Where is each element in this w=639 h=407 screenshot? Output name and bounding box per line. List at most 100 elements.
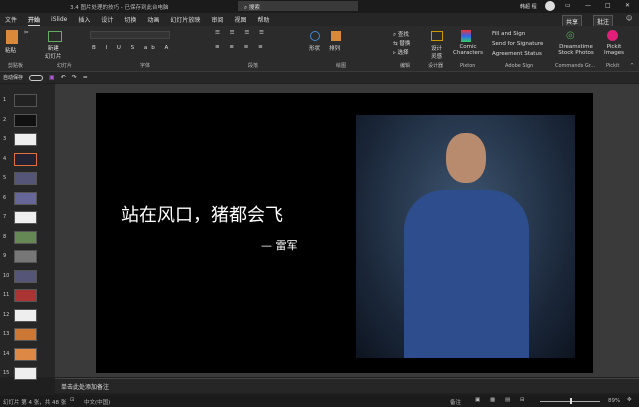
designer-button[interactable]: 设计 灵感 bbox=[431, 44, 442, 60]
quick-access-toolbar: 自动保存 ▣ ↶ ↷ = bbox=[0, 72, 639, 83]
slideshow-icon[interactable]: ⊟ bbox=[520, 397, 525, 403]
tab-design[interactable]: 设计 bbox=[101, 14, 113, 25]
slide-sorter-icon[interactable]: ▦ bbox=[490, 397, 495, 403]
shape-icon[interactable] bbox=[310, 31, 320, 41]
slide-thumbnail[interactable] bbox=[14, 289, 37, 302]
paste-button[interactable]: 粘贴 bbox=[5, 46, 16, 54]
ribbon-display-icon[interactable]: ▭ bbox=[565, 2, 571, 9]
normal-view-icon[interactable]: ▣ bbox=[475, 397, 480, 403]
slide-thumbnails-panel: 1 2 3 4 5 6 7 8 9 10 11 12 13 14 15 bbox=[0, 84, 55, 380]
comic-characters-button[interactable]: Comic Characters bbox=[453, 44, 483, 56]
tab-islide[interactable]: iSlide bbox=[51, 15, 67, 24]
tab-view[interactable]: 视图 bbox=[234, 14, 246, 25]
collapse-ribbon-icon[interactable]: ^ bbox=[630, 63, 634, 69]
select-button[interactable]: ▹ 选择 bbox=[393, 48, 409, 56]
slide-thumbnail[interactable] bbox=[14, 328, 37, 341]
slide-thumbnail[interactable] bbox=[14, 172, 37, 185]
tab-review[interactable]: 审阅 bbox=[211, 14, 223, 25]
group-label-adobe-sign: Adobe Sign bbox=[505, 63, 534, 69]
ribbon-tabs: 文件 开始 iSlide 插入 设计 切换 动画 幻灯片放映 审阅 视图 帮助 … bbox=[0, 13, 639, 28]
group-label-designer: 设计器 bbox=[428, 63, 444, 69]
notes-pane[interactable]: 单击此处添加备注 bbox=[55, 378, 639, 393]
comic-icon[interactable] bbox=[461, 30, 471, 42]
customize-icon[interactable]: = bbox=[83, 74, 88, 81]
new-slide-button[interactable]: 新建 幻灯片 bbox=[45, 44, 62, 60]
group-label-font: 字体 bbox=[140, 63, 151, 69]
zoom-slider-thumb[interactable] bbox=[570, 398, 572, 404]
tab-home[interactable]: 开始 bbox=[28, 14, 41, 26]
feedback-icon[interactable]: ☺ bbox=[626, 15, 632, 22]
tab-animations[interactable]: 动画 bbox=[147, 14, 159, 25]
group-label-editing: 编辑 bbox=[400, 63, 411, 69]
maximize-icon[interactable]: □ bbox=[605, 2, 611, 9]
slide-canvas[interactable]: 站在风口，猪都会飞 — 雷军 bbox=[96, 93, 593, 373]
tab-help[interactable]: 帮助 bbox=[257, 14, 269, 25]
slide-thumbnail[interactable] bbox=[14, 191, 37, 205]
notes-button[interactable]: 备注 bbox=[450, 398, 461, 406]
thumbnail-number: 1 bbox=[3, 97, 7, 103]
tab-file[interactable]: 文件 bbox=[5, 14, 17, 25]
slide-thumbnail[interactable] bbox=[14, 347, 37, 361]
font-format-buttons[interactable]: B I U S ab A bbox=[92, 45, 172, 51]
paragraph-buttons[interactable]: ☰ ☰ ☰ ☰ bbox=[215, 30, 268, 36]
new-slide-icon[interactable] bbox=[48, 31, 62, 42]
slide-thumbnail[interactable] bbox=[14, 133, 37, 146]
slide-thumbnail[interactable] bbox=[14, 94, 37, 107]
accessibility-icon[interactable]: ⊡ bbox=[70, 397, 75, 403]
slide-counter: 幻灯片 第 4 张，共 48 张 bbox=[3, 400, 67, 406]
slide-thumbnail[interactable] bbox=[14, 230, 37, 244]
thumbnail-number: 3 bbox=[3, 136, 7, 142]
paste-icon[interactable] bbox=[6, 30, 18, 44]
thumbnail-number: 12 bbox=[3, 311, 10, 318]
arrange-icon[interactable] bbox=[331, 31, 341, 41]
tab-transitions[interactable]: 切换 bbox=[124, 14, 136, 25]
slide-thumbnail[interactable] bbox=[14, 250, 37, 263]
thumbnail-number: 7 bbox=[3, 214, 7, 220]
search-box[interactable]: ⌕ 搜索 bbox=[238, 1, 358, 11]
designer-icon[interactable] bbox=[431, 31, 443, 41]
zoom-level[interactable]: 89% bbox=[608, 398, 620, 404]
pickit-icon[interactable] bbox=[607, 30, 618, 41]
slide-thumbnail[interactable] bbox=[14, 367, 37, 380]
replace-button[interactable]: ⇆ 替换 bbox=[393, 39, 410, 47]
pickit-button[interactable]: Pickit Images bbox=[603, 44, 625, 56]
redo-icon[interactable]: ↷ bbox=[72, 74, 77, 81]
send-signature-button[interactable]: Send for Signature bbox=[492, 41, 543, 47]
slide-author[interactable]: — 雷军 bbox=[261, 237, 298, 253]
autosave-toggle[interactable] bbox=[29, 74, 44, 81]
thumbnail-number: 14 bbox=[3, 350, 10, 357]
slide-thumbnail[interactable] bbox=[14, 308, 37, 322]
fit-slide-icon[interactable]: ✥ bbox=[627, 397, 632, 403]
tab-insert[interactable]: 插入 bbox=[78, 14, 90, 25]
user-name: 韩超 程 bbox=[520, 4, 537, 10]
cut-icon[interactable]: ✂ bbox=[24, 30, 29, 36]
shape-button[interactable]: 形状 bbox=[309, 44, 320, 52]
notes-placeholder[interactable]: 单击此处添加备注 bbox=[61, 384, 109, 391]
agreement-status-button[interactable]: Agreement Status bbox=[492, 51, 542, 57]
dreamstime-button[interactable]: Dreamstime Stock Photos bbox=[557, 44, 595, 56]
arrange-button[interactable]: 排列 bbox=[329, 44, 340, 52]
minimize-icon[interactable]: — bbox=[585, 2, 591, 9]
find-button[interactable]: ⌕ 查找 bbox=[393, 30, 409, 39]
slide-thumbnail[interactable] bbox=[14, 269, 37, 283]
tab-slideshow[interactable]: 幻灯片放映 bbox=[170, 14, 200, 25]
language-indicator[interactable]: 中文(中国) bbox=[84, 398, 110, 406]
group-label-clipboard: 剪贴板 bbox=[8, 63, 24, 69]
align-buttons[interactable]: ≡ ≡ ≡ ≡ bbox=[215, 44, 267, 50]
slide-quote[interactable]: 站在风口，猪都会飞 bbox=[121, 201, 283, 227]
slide-thumbnail[interactable] bbox=[14, 113, 37, 127]
lei-jun-photo[interactable] bbox=[356, 115, 575, 358]
undo-icon[interactable]: ↶ bbox=[61, 74, 66, 81]
fill-sign-button[interactable]: Fill and Sign bbox=[492, 31, 525, 37]
search-placeholder: 搜索 bbox=[248, 5, 260, 11]
avatar[interactable] bbox=[545, 1, 555, 11]
slide-thumbnail[interactable] bbox=[14, 211, 37, 224]
group-label-paragraph: 段落 bbox=[248, 63, 259, 69]
close-icon[interactable]: ✕ bbox=[625, 2, 630, 9]
slide-thumbnail[interactable] bbox=[14, 152, 37, 166]
reading-view-icon[interactable]: ▤ bbox=[505, 397, 510, 403]
autosave-label: 自动保存 bbox=[3, 75, 24, 81]
save-icon[interactable]: ▣ bbox=[49, 74, 55, 81]
font-name-select[interactable] bbox=[90, 31, 170, 39]
dreamstime-icon[interactable]: ◎ bbox=[566, 30, 575, 41]
